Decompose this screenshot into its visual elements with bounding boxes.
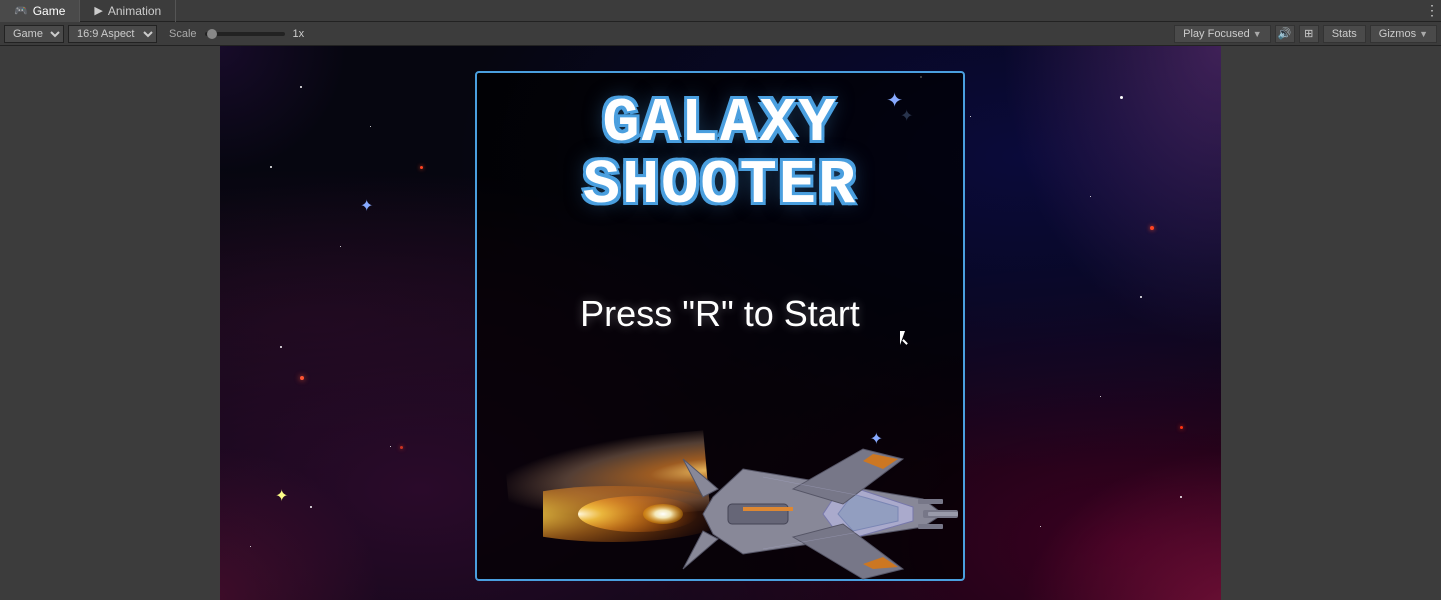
star [250,546,251,547]
star [1090,196,1091,197]
stats-button[interactable]: Stats [1323,25,1366,43]
scale-value: 1x [293,28,305,40]
star [300,86,302,88]
gizmos-button[interactable]: Gizmos ▼ [1370,25,1437,43]
toolbar: Game 16:9 Aspect Scale 1x Play Focused ▼… [0,22,1441,46]
nebula-top-left [220,46,370,196]
play-focused-dropdown-icon: ▼ [1253,29,1262,39]
play-focused-label: Play Focused [1183,28,1250,40]
scale-thumb [207,29,217,39]
star [1180,496,1182,498]
tab-animation[interactable]: ▶ Animation [80,0,176,22]
animation-tab-icon: ▶ [94,4,102,17]
star [970,116,971,117]
scale-label: Scale [169,28,197,40]
star [1140,296,1142,298]
star [280,346,282,348]
grid-button[interactable]: ⊞ [1299,25,1319,43]
nebula-right [1001,46,1221,346]
red-star [1180,426,1183,429]
sparkle-yellow-1: ✦ [275,486,288,506]
mouse-cursor [900,331,912,349]
view-dropdown[interactable]: Game [4,25,64,43]
game-box: GALAXY SHOOTER Press "R" to Start [475,71,965,581]
red-star [300,376,304,380]
sparkle-blue-1: ✦ [360,196,373,216]
tab-game-label: Game [33,4,66,18]
right-panel [1221,46,1441,600]
red-star [420,166,423,169]
gizmos-label: Gizmos [1379,28,1416,40]
star [1100,396,1101,397]
spaceship-area [397,319,983,600]
game-tab-icon: 🎮 [14,4,28,17]
tab-bar: 🎮 Game ▶ Animation ⋮ [0,0,1441,22]
sparkle-box-2: ✦ [870,429,883,449]
sparkle-box-1: ✦ [886,88,903,113]
scale-slider[interactable] [205,32,285,36]
play-focused-button[interactable]: Play Focused ▼ [1174,25,1271,43]
title-line2: SHOOTER [583,150,857,221]
gizmos-dropdown-icon: ▼ [1419,29,1428,39]
nebula-bottom-right [981,420,1221,600]
more-options-button[interactable]: ⋮ [1423,2,1441,20]
left-panel [0,46,220,600]
game-title: GALAXY SHOOTER [497,93,943,217]
star [370,126,371,127]
spaceship-svg [543,369,963,600]
star [340,246,341,247]
nebula-left [220,420,410,600]
tab-animation-label: Animation [108,4,161,18]
star [310,506,312,508]
star [1040,526,1041,527]
title-line1: GALAXY [602,88,837,159]
red-star [1150,226,1154,230]
mute-button[interactable]: 🔊 [1275,25,1295,43]
star [390,446,391,447]
main-area: ✦ ✦ ✦ GALAXY SHOOTER Press "R" to Start [0,46,1441,600]
tab-game[interactable]: 🎮 Game [0,0,80,22]
star [270,166,272,168]
aspect-dropdown[interactable]: 16:9 Aspect [68,25,157,43]
stats-label: Stats [1332,28,1357,40]
game-viewport[interactable]: ✦ ✦ ✦ GALAXY SHOOTER Press "R" to Start [220,46,1221,600]
star [1120,96,1123,99]
